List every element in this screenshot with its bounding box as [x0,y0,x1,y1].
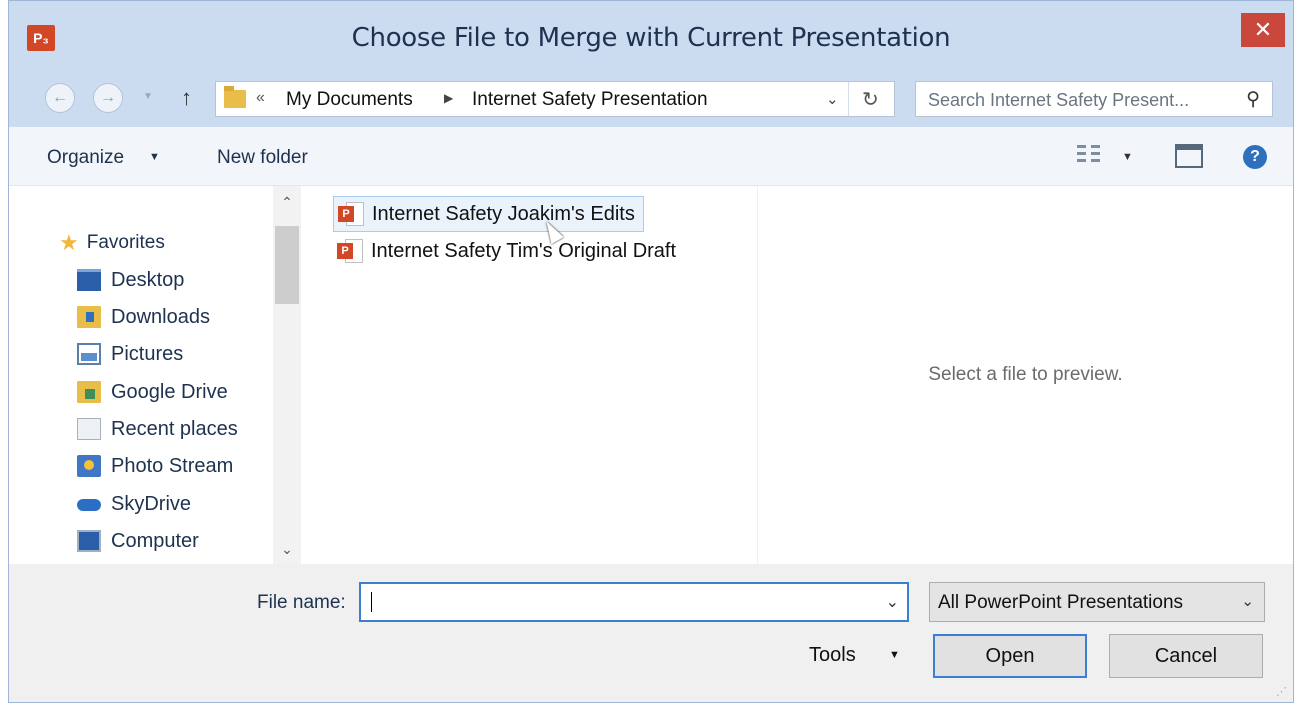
file-name: Internet Safety Joakim's Edits [372,202,635,225]
computer-icon [77,530,101,552]
scroll-down-icon[interactable]: ⌄ [273,541,301,558]
breadcrumb-my-documents[interactable]: My Documents [286,89,413,111]
search-input[interactable]: Search Internet Safety Present... ⚲ [915,81,1273,117]
file-item-joakims-edits[interactable]: P Internet Safety Joakim's Edits [333,196,644,232]
view-options-dropdown-icon[interactable]: ▼ [1122,151,1133,163]
sidebar-item-computer[interactable]: Computer [77,526,199,556]
file-name-dropdown-icon[interactable]: ⌄ [886,592,899,612]
address-bar[interactable]: « My Documents ▶ Internet Safety Present… [215,81,895,117]
back-button[interactable]: ← [45,83,75,113]
sidebar-item-label: Downloads [111,305,210,328]
scrollbar-thumb[interactable] [275,226,299,304]
preview-pane-icon[interactable] [1175,144,1203,168]
folder-icon [224,86,246,108]
resize-grip-icon[interactable]: ⋰ [1276,685,1287,698]
sidebar-item-pictures[interactable]: Pictures [77,339,183,369]
preview-pane: Select a file to preview. [757,186,1293,564]
recent-places-icon [77,418,101,440]
pictures-icon [77,343,101,365]
dialog-title: Choose File to Merge with Current Presen… [351,23,951,53]
sidebar-item-photo-stream[interactable]: Photo Stream [77,451,233,481]
file-name: Internet Safety Tim's Original Draft [371,239,677,262]
sidebar-item-label: Recent places [111,417,238,440]
scroll-up-icon[interactable]: ⌃ [273,194,301,211]
google-drive-folder-icon [77,381,101,403]
change-view-icon[interactable] [1077,143,1105,169]
favorites-label: Favorites [86,232,165,253]
up-folder-button[interactable]: ↑ [181,85,192,111]
address-overflow-button[interactable]: « [256,89,265,107]
sidebar-item-label: Pictures [111,342,184,365]
favorites-header[interactable]: ★ Favorites [59,230,165,256]
sidebar-item-downloads[interactable]: Downloads [77,302,210,332]
refresh-icon[interactable]: ↻ [862,87,879,112]
address-history-dropdown-icon[interactable]: ⌄ [826,90,839,108]
sidebar-item-label: Google Drive [111,380,228,403]
skydrive-icon [77,493,101,515]
file-type-select[interactable]: All PowerPoint Presentations ⌄ [929,582,1265,622]
recent-locations-dropdown-icon[interactable]: ▼ [143,91,153,102]
merge-file-dialog: P₃ Choose File to Merge with Current Pre… [8,0,1294,703]
sidebar-item-google-drive[interactable]: Google Drive [77,377,228,407]
file-item-tims-original-draft[interactable]: P Internet Safety Tim's Original Draft [333,233,684,269]
powerpoint-file-icon: P [338,202,364,226]
desktop-icon [77,269,101,291]
sidebar-item-desktop[interactable]: Desktop [77,265,184,295]
sidebar-item-label: SkyDrive [111,492,192,515]
tools-menu-button[interactable]: Tools [809,644,856,667]
command-toolbar: Organize ▼ New folder ▼ ? [9,127,1293,186]
sidebar-item-recent-places[interactable]: Recent places [77,414,238,444]
text-caret [371,592,372,612]
star-icon: ★ [59,230,79,255]
new-folder-button[interactable]: New folder [217,147,308,169]
chevron-down-icon: ⌄ [1241,593,1254,610]
cancel-button[interactable]: Cancel [1109,634,1263,678]
title-bar: P₃ Choose File to Merge with Current Pre… [9,1,1293,73]
help-icon[interactable]: ? [1243,145,1267,169]
sidebar-item-label: Photo Stream [111,454,234,477]
powerpoint-file-icon: P [337,239,363,263]
navigation-bar: ← → ▼ ↑ « My Documents ▶ Internet Safety… [9,73,1293,123]
file-name-field[interactable]: ⌄ [359,582,909,622]
dialog-footer: File name: ⌄ All PowerPoint Presentation… [9,564,1293,702]
photo-stream-icon [77,455,101,477]
open-button[interactable]: Open [933,634,1087,678]
breadcrumb-internet-safety-presentation[interactable]: Internet Safety Presentation [472,89,708,111]
preview-message: Select a file to preview. [928,364,1123,385]
search-placeholder: Search Internet Safety Present... [928,90,1190,110]
search-icon[interactable]: ⚲ [1246,88,1260,111]
navigation-pane: ★ Favorites Desktop Downloads Pictures G… [9,186,273,564]
address-separator [848,82,849,116]
file-list: P Internet Safety Joakim's Edits P Inter… [301,186,757,564]
file-name-label: File name: [257,592,346,613]
organize-dropdown-icon[interactable]: ▼ [149,151,160,163]
close-button[interactable]: ✕ [1241,13,1285,47]
tools-dropdown-icon[interactable]: ▼ [889,649,900,661]
navigation-pane-scrollbar[interactable]: ⌃ ⌄ [273,186,301,564]
sidebar-item-label: Computer [111,529,199,552]
forward-button[interactable]: → [93,83,123,113]
browser-area: ★ Favorites Desktop Downloads Pictures G… [9,186,1293,564]
sidebar-item-label: Desktop [111,268,185,291]
file-type-value: All PowerPoint Presentations [938,592,1184,613]
organize-menu-button[interactable]: Organize [47,147,124,169]
sidebar-item-skydrive[interactable]: SkyDrive [77,489,191,519]
breadcrumb-arrow-icon[interactable]: ▶ [444,91,453,105]
downloads-folder-icon [77,306,101,328]
